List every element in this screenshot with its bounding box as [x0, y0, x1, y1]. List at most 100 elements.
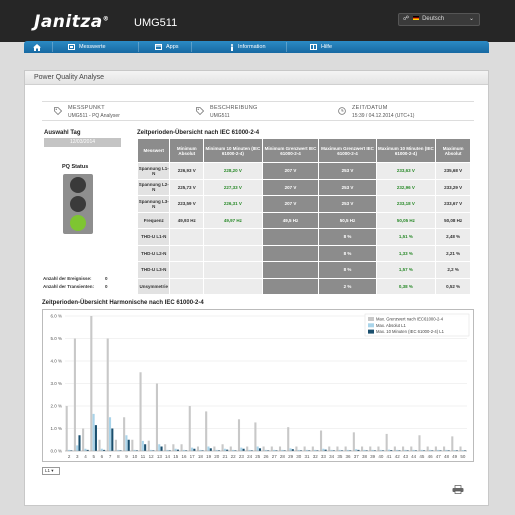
- bar: [246, 446, 249, 451]
- top-bar: Janitza® UMG511 ☍ Deutsch ⌄: [0, 0, 515, 42]
- x-tick-label: 49: [452, 454, 458, 459]
- bar: [90, 316, 93, 451]
- x-tick-label: 37: [354, 454, 360, 459]
- table-cell: 8 %: [319, 245, 376, 261]
- bar: [402, 446, 405, 451]
- table-cell: 0,38 %: [376, 278, 436, 294]
- table-row: THD-U L1-N 8 % 1,51 % 2,48 %: [138, 229, 470, 245]
- bar: [111, 428, 114, 451]
- x-tick-label: 26: [263, 454, 269, 459]
- bar: [164, 444, 167, 451]
- x-tick-label: 36: [346, 454, 352, 459]
- nav-hilfe[interactable]: Hilfe: [310, 41, 332, 53]
- table-cell: 226,93 V: [170, 163, 204, 179]
- phase-select[interactable]: L1 ▾: [42, 467, 60, 475]
- tag-icon: [196, 107, 204, 115]
- x-tick-label: 21: [222, 454, 228, 459]
- bar: [295, 446, 298, 451]
- x-tick-label: 20: [214, 454, 220, 459]
- status-lamp-green: [70, 215, 86, 231]
- bar: [336, 446, 339, 451]
- bar: [443, 446, 446, 451]
- bar: [434, 446, 437, 451]
- x-tick-label: 25: [255, 454, 261, 459]
- x-tick-label: 42: [395, 454, 401, 459]
- nav-messwerte[interactable]: Messwerte: [68, 41, 106, 53]
- row-label: Spannung L3-N: [138, 196, 170, 212]
- x-tick-label: 5: [92, 454, 95, 459]
- bar: [196, 446, 200, 451]
- bar: [191, 447, 194, 451]
- table-cell: 49,5 Hz: [262, 212, 319, 228]
- x-tick-label: 35: [337, 454, 343, 459]
- home-icon: [33, 43, 41, 51]
- nav-apps[interactable]: Apps: [155, 41, 179, 53]
- bar: [262, 446, 265, 451]
- bar: [174, 448, 177, 451]
- table-cell: 2,2 %: [436, 262, 470, 278]
- table-cell: 233,29 V: [436, 179, 470, 195]
- column-header: Messwert: [138, 139, 170, 162]
- flag-icon: [413, 16, 420, 21]
- table-cell: 1,33 %: [376, 245, 436, 261]
- table-cell: 223,59 V: [170, 196, 204, 212]
- bar: [108, 417, 112, 451]
- date-picker[interactable]: 12/03/2014: [44, 138, 121, 147]
- nav-information[interactable]: Information: [230, 41, 266, 53]
- bar: [98, 439, 101, 451]
- bar: [361, 446, 364, 451]
- bar: [193, 448, 196, 451]
- legend-label: Max. Absolut L1: [376, 323, 406, 328]
- table-row: Frequenz 49,93 Hz 49,97 Hz 49,5 Hz 50,5 Hz 50…: [138, 212, 470, 228]
- bar: [188, 406, 191, 451]
- x-tick-label: 8: [117, 454, 120, 459]
- table-cell: 207 V: [262, 179, 319, 195]
- x-tick-label: 29: [288, 454, 294, 459]
- main-nav: Messwerte Apps Information Hilfe: [24, 41, 489, 53]
- y-tick-label: 1.0 %: [50, 426, 62, 431]
- legend-swatch: [368, 317, 374, 321]
- table-cell: 50,05 Hz: [376, 212, 436, 228]
- legend-swatch: [368, 323, 374, 328]
- x-tick-label: 10: [132, 454, 138, 459]
- bar: [114, 439, 117, 451]
- table-cell: 50,08 Hz: [436, 212, 470, 228]
- x-tick-label: 47: [436, 454, 442, 459]
- legend-label: Max. 10 Minuten (IEC 61000-2-4) L1: [376, 329, 445, 334]
- info-beschreibung: BESCHREIBUNG UMG511: [196, 104, 336, 120]
- x-tick-label: 43: [403, 454, 409, 459]
- print-icon[interactable]: [452, 485, 464, 494]
- bar: [459, 446, 462, 451]
- bar: [303, 446, 306, 451]
- x-tick-label: 7: [109, 454, 112, 459]
- table-row: THD-U L3-N 8 % 1,57 % 2,2 %: [138, 262, 470, 278]
- table-cell: 2,48 %: [436, 229, 470, 245]
- bar: [221, 444, 224, 451]
- language-select[interactable]: ☍ Deutsch ⌄: [398, 13, 480, 26]
- bar: [92, 413, 95, 451]
- table-cell: [170, 245, 204, 261]
- bar: [84, 448, 87, 451]
- bar: [158, 444, 161, 451]
- table-cell: [262, 278, 319, 294]
- table-cell: [170, 278, 204, 294]
- bar: [180, 444, 183, 451]
- table-cell: 233,67 V: [436, 196, 470, 212]
- table-cell: 253 V: [319, 163, 376, 179]
- bar: [229, 446, 232, 451]
- bar: [393, 446, 396, 451]
- x-tick-label: 12: [149, 454, 155, 459]
- table-cell: 2,21 %: [436, 245, 470, 261]
- x-tick-label: 39: [370, 454, 376, 459]
- table-header-row: Messwert Minimum Absolut Minimum 10 Minute…: [138, 139, 470, 162]
- nav-home[interactable]: [33, 41, 41, 53]
- table-cell: 226,31 V: [204, 196, 262, 212]
- bar: [172, 444, 175, 451]
- day-title: Auswahl Tag: [44, 130, 81, 136]
- bar: [82, 428, 85, 451]
- info-messpunkt: MESSPUNKT UMG511 - PQ Analyser: [54, 104, 194, 120]
- bar: [289, 448, 292, 451]
- pq-status-title: PQ Status: [62, 164, 89, 170]
- x-tick-label: 4: [84, 454, 87, 459]
- y-tick-label: 4.0 %: [50, 359, 62, 364]
